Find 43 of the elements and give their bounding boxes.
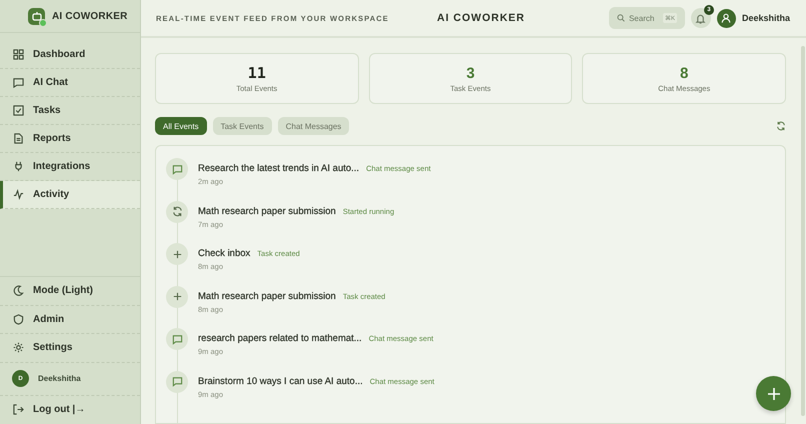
pulse-icon [13,189,24,200]
chat-bubble-icon [13,77,24,88]
document-icon [13,133,24,144]
bell-icon [695,12,706,24]
mode-toggle[interactable]: Mode (Light) [0,277,140,306]
plus-icon [766,386,780,400]
search-icon [616,13,625,23]
user-name: Deekshitha [38,374,81,383]
sidebar-item[interactable]: Admin [0,306,140,334]
logout-button[interactable]: Log out |→ [0,396,140,424]
event-title: Math research paper submission [198,290,336,302]
settings-icon [13,342,24,354]
event-title: Check inbox [198,248,250,259]
refresh-icon[interactable] [776,121,786,131]
sidebar-item[interactable]: Tasks [0,97,140,125]
filter-tab[interactable]: All Events [155,117,207,135]
event-title: Brainstorm 10 ways I can use AI auto... [198,376,363,386]
event-title: research papers related to mathemat... [198,333,362,344]
shield-icon [13,314,24,325]
stat-value: 11 [248,64,266,82]
grid-icon [13,49,24,60]
logout-icon [13,404,24,416]
event-title: Math research paper submission [198,206,336,216]
stat-value: 3 [466,64,475,82]
robot-logo-icon [28,8,45,24]
sidebar-item[interactable]: Dashboard [0,41,140,69]
checkbox-icon [13,105,24,116]
user-avatar[interactable] [716,8,736,28]
app-title: AI COWORKER [437,12,525,24]
stat-value: 8 [680,64,688,82]
plug-icon [13,161,24,172]
user-name: Deekshitha [742,13,790,23]
sidebar-item[interactable]: Reports [0,125,140,153]
scrollbar[interactable] [801,46,805,416]
filter-tab[interactable]: Chat Messages [278,117,350,135]
event-title: Research the latest trends in AI auto... [198,163,360,174]
brand-name: AI COWORKER [52,10,128,22]
search-field[interactable]: Search [628,14,659,22]
moon-icon [13,285,24,296]
sidebar-item[interactable]: AI Chat [0,69,140,97]
filter-tab[interactable]: Task Events [212,117,272,135]
sidebar-item[interactable]: Settings [0,334,140,362]
sidebar-item[interactable]: Activity [0,181,140,209]
